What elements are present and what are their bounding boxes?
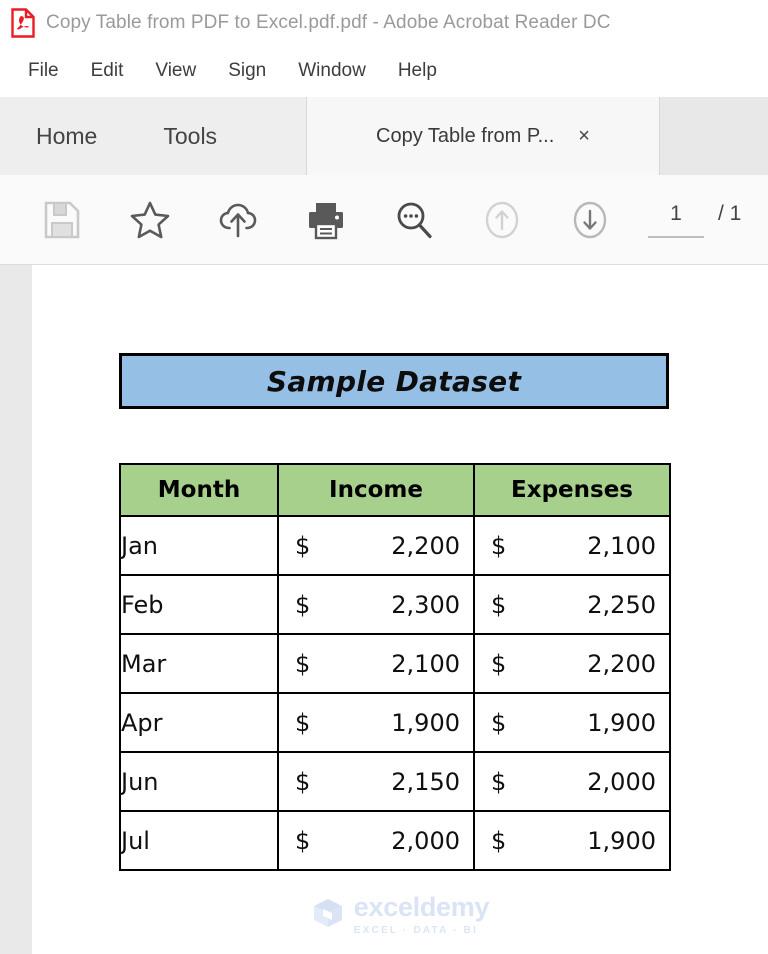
column-header-expenses: Expenses (473, 463, 671, 517)
tab-tools[interactable]: Tools (143, 123, 237, 150)
menu-item-view[interactable]: View (139, 58, 212, 84)
menu-item-help[interactable]: Help (382, 58, 453, 84)
expenses-value: 1,900 (587, 826, 656, 855)
currency-symbol: $ (295, 649, 311, 678)
currency-symbol: $ (295, 826, 311, 855)
menu-item-file[interactable]: File (12, 58, 75, 84)
cloud-upload-button[interactable] (194, 190, 282, 250)
cell-expenses: $ 2,250 (473, 574, 671, 635)
cell-income: $ 2,200 (277, 515, 475, 576)
table-row: Jan $ 2,200 $ 2,100 (119, 515, 671, 576)
window-title-text: Copy Table from PDF to Excel.pdf.pdf - A… (46, 11, 611, 33)
expenses-value: 2,000 (587, 767, 656, 796)
expenses-value: 2,100 (587, 531, 656, 560)
cell-income: $ 1,900 (277, 692, 475, 753)
table-row: Feb $ 2,300 $ 2,250 (119, 574, 671, 635)
income-value: 2,150 (391, 767, 460, 796)
menu-item-edit[interactable]: Edit (75, 58, 140, 84)
exceldemy-watermark: exceldemy EXCEL · DATA · BI (32, 894, 768, 936)
income-value: 2,300 (391, 590, 460, 619)
previous-page-icon (481, 199, 523, 241)
page-navigation: 1 / 1 (648, 202, 741, 238)
cloud-upload-icon (217, 199, 259, 241)
cell-month: Feb (119, 574, 279, 635)
document-toolbar: 1 / 1 (0, 175, 768, 265)
cell-income: $ 2,150 (277, 751, 475, 812)
page-number-input[interactable]: 1 (648, 202, 704, 238)
dataset-title-banner: Sample Dataset (119, 353, 669, 409)
currency-symbol: $ (491, 590, 507, 619)
print-icon (305, 199, 347, 241)
menu-item-window[interactable]: Window (282, 58, 382, 84)
cell-expenses: $ 1,900 (473, 692, 671, 753)
star-bookmark-button[interactable] (106, 190, 194, 250)
document-viewport[interactable]: Sample Dataset Month Income Expenses Jan (0, 265, 768, 954)
tab-strip: Home Tools Copy Table from P... × (0, 97, 768, 175)
next-page-icon (569, 199, 611, 241)
cube-logo-icon (311, 896, 345, 935)
tab-document[interactable]: Copy Table from P... × (307, 97, 660, 175)
expenses-value: 2,200 (587, 649, 656, 678)
table-row: Mar $ 2,100 $ 2,200 (119, 633, 671, 694)
print-button[interactable] (282, 190, 370, 250)
currency-symbol: $ (491, 826, 507, 855)
expenses-value: 1,900 (587, 708, 656, 737)
save-file-button[interactable] (18, 190, 106, 250)
tab-document-label: Copy Table from P... (376, 124, 555, 147)
search-icon (393, 199, 435, 241)
cell-month: Apr (119, 692, 279, 753)
search-button[interactable] (370, 190, 458, 250)
cell-income: $ 2,000 (277, 810, 475, 871)
table-row: Jun $ 2,150 $ 2,000 (119, 751, 671, 812)
tab-home[interactable]: Home (16, 123, 117, 150)
save-file-icon (41, 199, 83, 241)
income-value: 2,100 (391, 649, 460, 678)
pdf-document-icon (10, 7, 36, 38)
cell-income: $ 2,100 (277, 633, 475, 694)
cell-expenses: $ 2,000 (473, 751, 671, 812)
income-value: 2,000 (391, 826, 460, 855)
table-row: Jul $ 2,000 $ 1,900 (119, 810, 671, 871)
cell-income: $ 2,300 (277, 574, 475, 635)
watermark-tagline: EXCEL · DATA · BI (353, 925, 479, 936)
table-header-row: Month Income Expenses (119, 463, 671, 517)
currency-symbol: $ (491, 531, 507, 560)
pdf-page: Sample Dataset Month Income Expenses Jan (32, 265, 768, 954)
currency-symbol: $ (491, 708, 507, 737)
cell-expenses: $ 1,900 (473, 810, 671, 871)
currency-symbol: $ (295, 531, 311, 560)
cell-expenses: $ 2,100 (473, 515, 671, 576)
cell-month: Jan (119, 515, 279, 576)
currency-symbol: $ (295, 708, 311, 737)
menu-bar: File Edit View Sign Window Help (0, 45, 768, 97)
sample-dataset-table: Month Income Expenses Jan $ 2,200 $ 2,10… (119, 463, 671, 871)
currency-symbol: $ (491, 767, 507, 796)
menu-item-sign[interactable]: Sign (212, 58, 282, 84)
window-title-bar: Copy Table from PDF to Excel.pdf.pdf - A… (0, 0, 768, 45)
tab-group-left: Home Tools (0, 97, 307, 175)
watermark-texts: exceldemy EXCEL · DATA · BI (353, 892, 490, 937)
next-page-button[interactable] (546, 190, 634, 250)
currency-symbol: $ (295, 590, 311, 619)
income-value: 2,200 (391, 531, 460, 560)
currency-symbol: $ (295, 767, 311, 796)
expenses-value: 2,250 (587, 590, 656, 619)
cell-month: Jul (119, 810, 279, 871)
close-icon[interactable]: × (578, 126, 590, 146)
cell-expenses: $ 2,200 (473, 633, 671, 694)
tab-strip-filler (660, 97, 768, 175)
income-value: 1,900 (391, 708, 460, 737)
watermark-brand: exceldemy (353, 892, 490, 922)
cell-month: Jun (119, 751, 279, 812)
page-total-label: / 1 (718, 201, 742, 225)
currency-symbol: $ (491, 649, 507, 678)
table-row: Apr $ 1,900 $ 1,900 (119, 692, 671, 753)
previous-page-button[interactable] (458, 190, 546, 250)
column-header-month: Month (119, 463, 279, 517)
cell-month: Mar (119, 633, 279, 694)
star-bookmark-icon (129, 199, 171, 241)
column-header-income: Income (277, 463, 475, 517)
pdf-content: Sample Dataset Month Income Expenses Jan (119, 353, 738, 871)
